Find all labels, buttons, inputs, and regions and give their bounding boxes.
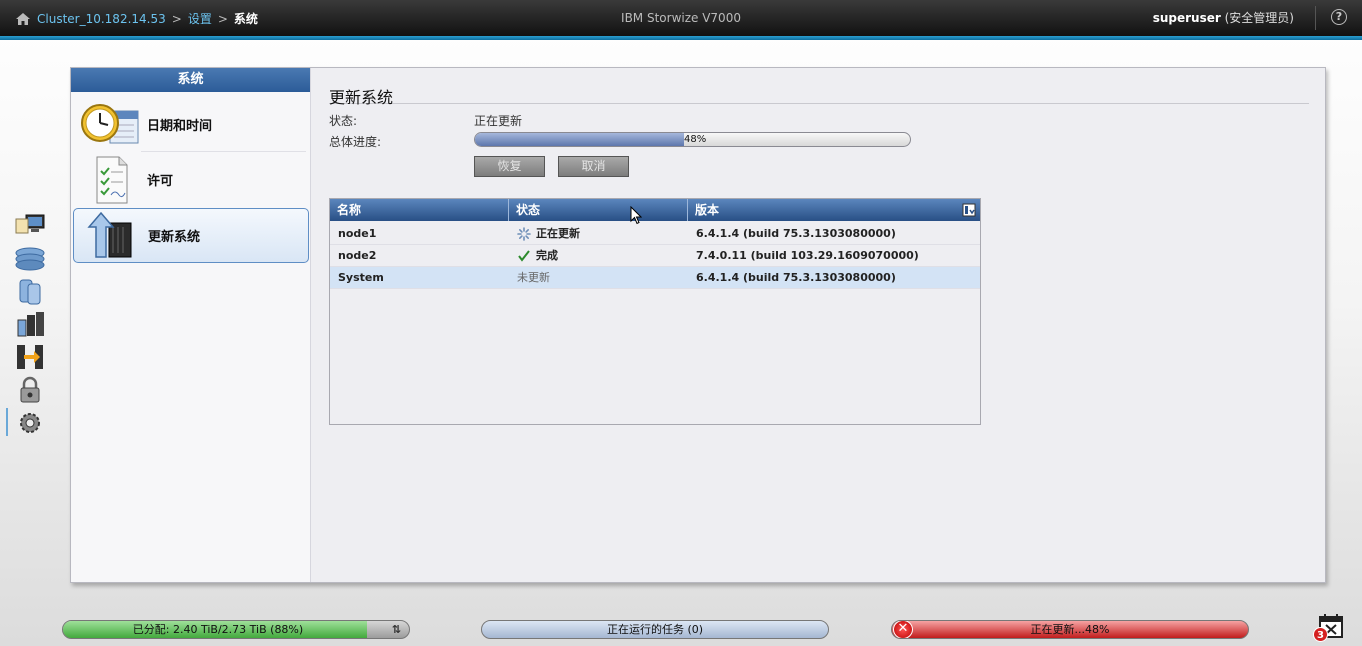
side-header: 系统	[71, 68, 310, 92]
breadcrumb-separator: >	[171, 11, 182, 26]
breadcrumb-system: 系统	[233, 12, 258, 26]
user-role: (安全管理员)	[1224, 11, 1294, 25]
overall-progress-bar: 48%	[474, 132, 911, 147]
dock-pools[interactable]	[10, 241, 50, 274]
user-menu[interactable]: superuser (安全管理员)	[1153, 9, 1294, 26]
update-system-icon	[87, 211, 132, 258]
clock-calendar-icon	[81, 103, 139, 143]
status-value: 正在更新	[474, 114, 523, 128]
toggle-arrows-icon[interactable]: ⇅	[392, 621, 401, 638]
cell-version: 7.4.0.11 (build 103.29.1609070000)	[696, 249, 919, 262]
home-icon[interactable]	[15, 12, 31, 26]
table-row[interactable]: node2 完成 7.4.0.11 (build 103.29.16090700…	[330, 245, 980, 267]
monitoring-icon	[15, 214, 45, 233]
breadcrumb-cluster[interactable]: Cluster_10.182.14.53	[37, 12, 166, 26]
breadcrumb-settings[interactable]: 设置	[188, 10, 212, 27]
running-tasks-text: 正在运行的任务 (0)	[606, 623, 704, 636]
cell-status: 正在更新	[517, 223, 580, 245]
cell-name: node2	[338, 249, 377, 262]
cell-version: 6.4.1.4 (build 75.3.1303080000)	[696, 227, 896, 240]
product-name: IBM Storwize V7000	[621, 11, 741, 25]
dock-active-indicator	[6, 408, 8, 436]
breadcrumb-separator: >	[217, 11, 228, 26]
status-text: 正在更新	[536, 227, 580, 240]
update-system-content: 更新系统 状态: 正在更新 总体进度: 48% 恢复 取消 名称 状态 版本 n…	[329, 68, 1309, 582]
access-lock-icon	[20, 376, 40, 402]
dock-volumes[interactable]	[10, 274, 50, 307]
side-item-update-system[interactable]: 更新系统	[73, 208, 309, 263]
dock-copy-services[interactable]	[10, 340, 50, 373]
navigation-dock	[10, 208, 52, 439]
side-item-label: 日期和时间	[147, 119, 213, 134]
top-bar: Cluster_10.182.14.53 > 设置 > 系统 IBM Storw…	[0, 0, 1362, 36]
spinner-icon	[517, 227, 531, 241]
column-header-name[interactable]: 名称	[330, 199, 509, 221]
help-icon[interactable]: ?	[1331, 9, 1347, 25]
progress-text: 48%	[684, 134, 707, 145]
error-icon: ✕	[893, 621, 913, 638]
column-chooser-icon[interactable]	[962, 203, 976, 217]
volumes-icon	[19, 279, 41, 304]
hosts-icon	[17, 311, 44, 336]
status-label: 状态:	[329, 114, 358, 128]
table-row[interactable]: System 未更新 6.4.1.4 (build 75.3.130308000…	[330, 267, 980, 289]
column-header-status[interactable]: 状态	[509, 199, 688, 221]
resume-button[interactable]: 恢复	[474, 156, 545, 177]
side-item-label: 更新系统	[148, 230, 201, 245]
side-navigation: 系统 日期和时间 许可 更新系统	[71, 68, 311, 582]
alert-count-badge: 3	[1313, 627, 1328, 642]
progress-fill	[475, 133, 684, 146]
dock-access[interactable]	[10, 373, 50, 406]
license-document-icon	[96, 156, 128, 203]
allocation-text: 已分配: 2.40 TiB/2.73 TiB (88%)	[132, 623, 304, 636]
allocation-status-bar[interactable]: 已分配: 2.40 TiB/2.73 TiB (88%) ⇅	[62, 620, 410, 639]
dock-settings[interactable]	[10, 406, 50, 439]
update-status-text: 正在更新...48%	[1030, 623, 1110, 636]
mouse-cursor-icon	[630, 206, 642, 225]
cell-status: 未更新	[517, 271, 550, 284]
column-header-version[interactable]: 版本	[688, 199, 958, 221]
cell-name: System	[338, 271, 384, 284]
dock-monitoring[interactable]	[10, 208, 50, 241]
side-item-date-time[interactable]: 日期和时间	[73, 97, 309, 152]
running-tasks-bar[interactable]: 正在运行的任务 (0)	[481, 620, 829, 639]
update-status-bar[interactable]: ✕ 正在更新...48%	[891, 620, 1249, 639]
cell-name: node1	[338, 227, 377, 240]
side-item-label: 许可	[147, 174, 174, 189]
dock-hosts[interactable]	[10, 307, 50, 340]
table-header: 名称 状态 版本	[330, 199, 980, 221]
cell-status: 完成	[517, 245, 558, 267]
settings-gear-icon	[20, 412, 40, 433]
topbar-divider	[1315, 6, 1316, 30]
user-name: superuser	[1152, 11, 1221, 25]
page-title: 更新系统	[329, 84, 1309, 107]
cell-version: 6.4.1.4 (build 75.3.1303080000)	[696, 271, 896, 284]
copy-services-icon	[17, 344, 43, 369]
status-text: 完成	[536, 249, 558, 262]
topbar-accent-line	[0, 36, 1362, 40]
nodes-table: 名称 状态 版本 node1 正在更新 6.4.1.4 (build 75.3.…	[329, 198, 981, 425]
settings-panel: 系统 日期和时间 许可 更新系统 更新系统 状态: 正在更新 总体进度: 48%…	[70, 67, 1326, 583]
pools-icon	[15, 247, 45, 270]
breadcrumb: Cluster_10.182.14.53 > 设置 > 系统	[15, 10, 258, 27]
table-row[interactable]: node1 正在更新 6.4.1.4 (build 75.3.130308000…	[330, 223, 980, 245]
side-item-license[interactable]: 许可	[73, 152, 309, 207]
checkmark-icon	[518, 250, 530, 262]
cancel-button[interactable]: 取消	[558, 156, 629, 177]
progress-label: 总体进度:	[329, 135, 382, 149]
